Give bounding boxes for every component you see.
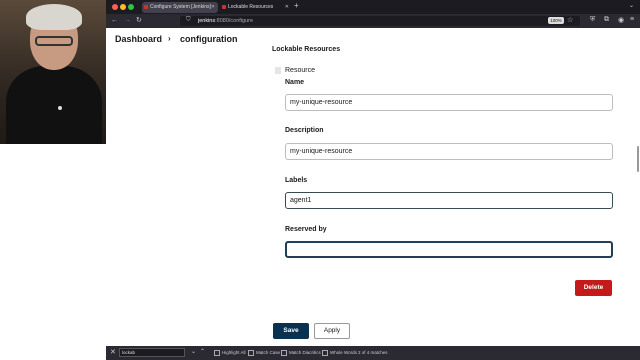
breadcrumb-dashboard[interactable]: Dashboard bbox=[115, 34, 162, 44]
tab-configure-system[interactable]: Configure System [Jenkins] ✕ bbox=[142, 2, 218, 13]
breadcrumb-separator-icon: › bbox=[168, 34, 171, 43]
menu-icon[interactable]: ≡ bbox=[630, 16, 634, 23]
zoom-level-badge[interactable]: 100% bbox=[548, 17, 564, 24]
find-next-icon[interactable]: ⌄ bbox=[191, 348, 196, 355]
reserved-by-field[interactable] bbox=[285, 241, 613, 258]
webcam-video bbox=[0, 0, 106, 144]
jenkins-favicon-icon bbox=[222, 5, 226, 9]
new-tab-icon[interactable]: + bbox=[294, 1, 299, 10]
delete-button[interactable]: Delete bbox=[575, 280, 612, 296]
back-icon[interactable]: ← bbox=[111, 16, 118, 26]
url-text[interactable]: jenkins:8080/configure bbox=[198, 16, 253, 26]
close-window-button[interactable] bbox=[112, 4, 118, 10]
find-bar: ✕ lockab ⌄ ⌃ Highlight All Match Case Ma… bbox=[106, 346, 640, 360]
breadcrumb-configuration[interactable]: configuration bbox=[180, 34, 238, 44]
match-case-checkbox[interactable]: Match Case bbox=[248, 350, 280, 356]
account-icon[interactable]: ◉ bbox=[618, 16, 624, 24]
jenkins-favicon-icon bbox=[144, 5, 148, 9]
labels-field[interactable]: agent1 bbox=[285, 192, 613, 209]
section-title: Lockable Resources bbox=[272, 46, 341, 53]
find-input[interactable]: lockab bbox=[119, 348, 185, 357]
forward-icon[interactable]: → bbox=[124, 16, 131, 26]
reload-icon[interactable]: ↻ bbox=[136, 16, 142, 26]
save-button[interactable]: Save bbox=[273, 323, 309, 339]
bookmark-star-icon[interactable]: ☆ bbox=[567, 16, 573, 24]
page-scrollbar[interactable] bbox=[637, 146, 639, 172]
resource-drag-handle[interactable] bbox=[275, 67, 281, 74]
browser-window: Configure System [Jenkins] ✕ Lockable Re… bbox=[106, 0, 640, 360]
description-field[interactable]: my-unique-resource bbox=[285, 143, 613, 160]
description-label: Description bbox=[285, 127, 324, 134]
tab-lockable-resources[interactable]: Lockable Resources [Jenkins] - Je ✕ bbox=[220, 2, 292, 21]
minimize-window-button[interactable] bbox=[120, 4, 126, 10]
left-blank-area bbox=[0, 144, 106, 360]
lock-icon: ⛉ bbox=[186, 17, 191, 23]
whole-words-checkbox[interactable]: Whole Words bbox=[322, 350, 357, 356]
find-previous-icon[interactable]: ⌃ bbox=[200, 348, 205, 355]
reserved-by-label: Reserved by bbox=[285, 226, 327, 233]
tab-strip: Configure System [Jenkins] ✕ Lockable Re… bbox=[106, 0, 640, 21]
close-tab-icon[interactable]: ✕ bbox=[285, 2, 289, 13]
maximize-window-button[interactable] bbox=[128, 4, 134, 10]
shield-icon[interactable]: ⛨ bbox=[590, 16, 595, 24]
name-field[interactable]: my-unique-resource bbox=[285, 94, 613, 111]
resource-heading: Resource bbox=[285, 67, 315, 74]
close-tab-icon[interactable]: ✕ bbox=[211, 2, 215, 13]
page-content: Dashboard › configuration Lockable Resou… bbox=[106, 28, 640, 346]
name-label: Name bbox=[285, 79, 305, 86]
extensions-icon[interactable]: ⧉ bbox=[604, 16, 609, 24]
tab-list-icon[interactable]: ⌄ bbox=[629, 2, 634, 9]
tab-label: Configure System [Jenkins] bbox=[150, 4, 211, 10]
find-status-text: 2 of 4 matches bbox=[358, 350, 388, 355]
close-find-icon[interactable]: ✕ bbox=[110, 348, 116, 356]
apply-button[interactable]: Apply bbox=[314, 323, 350, 339]
labels-label: Labels bbox=[285, 177, 308, 184]
highlight-all-checkbox[interactable]: Highlight All bbox=[214, 350, 246, 356]
match-diacritics-checkbox[interactable]: Match Diacritics bbox=[281, 350, 321, 356]
